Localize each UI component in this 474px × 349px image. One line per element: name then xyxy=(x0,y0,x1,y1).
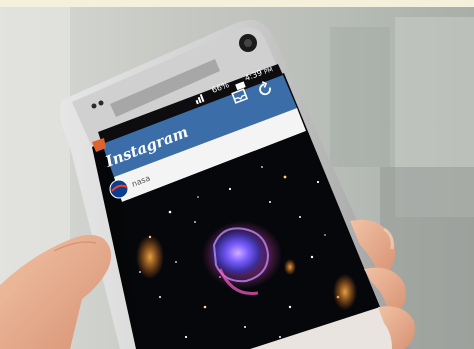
photo-frame: Instagram nasa 66% 4:39 PM xyxy=(0,0,474,349)
phone-photo: Instagram nasa 66% 4:39 PM xyxy=(0,7,474,349)
